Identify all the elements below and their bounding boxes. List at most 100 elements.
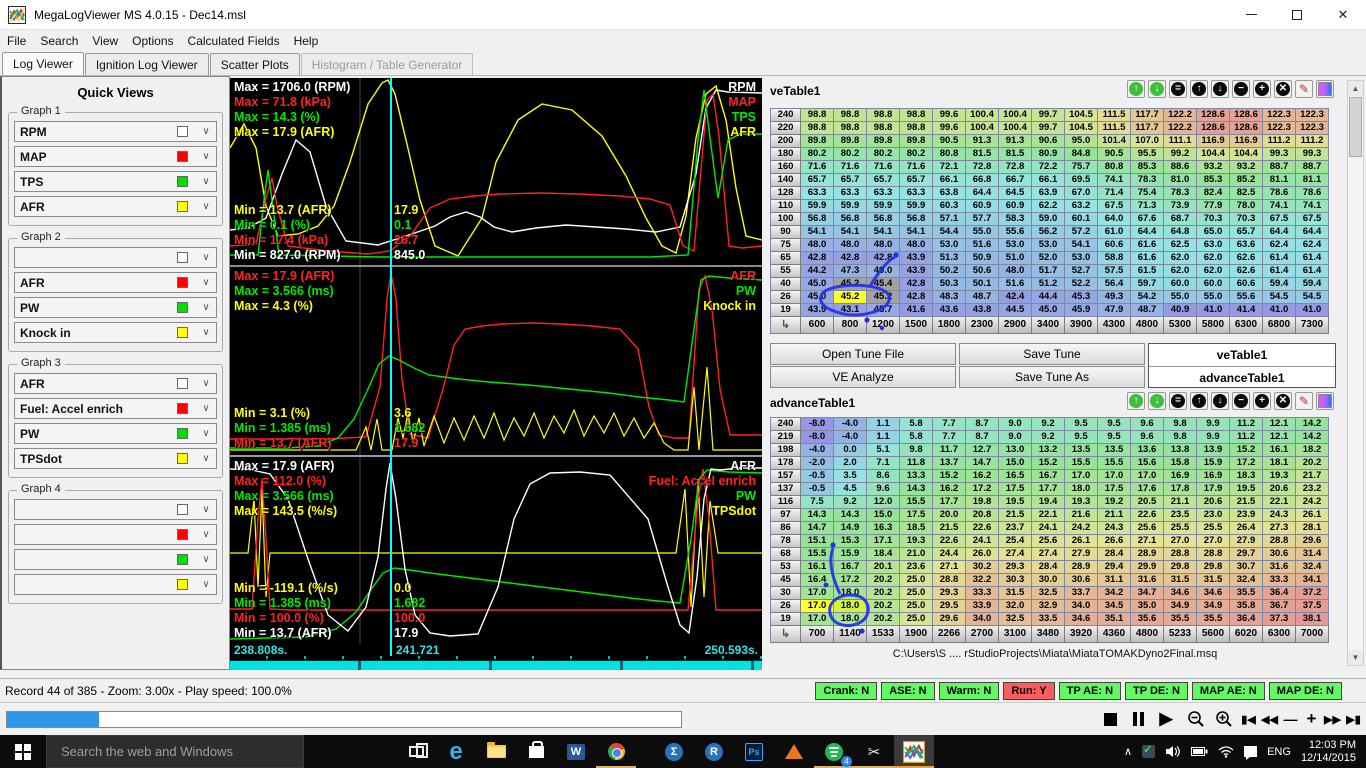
row-header-86[interactable]: 86 [771, 522, 801, 535]
column-header-700[interactable]: 700 [801, 626, 834, 643]
column-header-5800[interactable]: 5800 [1197, 317, 1230, 334]
channel-select-graph3-4[interactable]: TPSdot∨ [14, 448, 217, 469]
table-cell[interactable]: 14.7 [801, 522, 834, 535]
table-cell[interactable]: 82.5 [1230, 187, 1263, 200]
table-cell[interactable]: 19.8 [966, 496, 999, 509]
table-cell[interactable]: 111.5 [1098, 109, 1131, 122]
megalogviewer-taskbar-button[interactable] [894, 735, 934, 768]
table-cell[interactable]: 16.3 [867, 522, 900, 535]
table-cell[interactable]: 99.3 [1263, 148, 1296, 161]
table-cell[interactable]: 13.7 [933, 457, 966, 470]
table-cell[interactable]: 9.6 [867, 483, 900, 496]
stop-button[interactable] [1098, 707, 1122, 731]
channel-select-graph2-1[interactable]: ∨ [14, 247, 217, 268]
table-cell[interactable]: 74.1 [1098, 174, 1131, 187]
table-cell[interactable]: 25.0 [900, 587, 933, 600]
row-header-78[interactable]: 78 [771, 535, 801, 548]
file-explorer-taskbar-button[interactable] [476, 735, 516, 768]
table-cell[interactable]: 14.9 [834, 522, 867, 535]
column-header-6300[interactable]: 6300 [1263, 626, 1296, 643]
pause-button[interactable] [1126, 707, 1150, 731]
table-cell[interactable]: 17.5 [1098, 483, 1131, 496]
skip-start-button[interactable]: ▮◀ [1238, 707, 1259, 731]
table-cell[interactable]: 48.3 [933, 291, 966, 304]
table-cell[interactable]: 53.0 [1032, 239, 1065, 252]
row-header-45[interactable]: 45 [771, 574, 801, 587]
table-cell[interactable]: 9.0 [999, 431, 1032, 444]
table-cell[interactable]: -2.0 [801, 457, 834, 470]
table-cell[interactable]: 57.7 [966, 213, 999, 226]
table-cell[interactable]: 61.4 [1263, 252, 1296, 265]
table-cell[interactable]: 51.3 [933, 252, 966, 265]
table-cell[interactable]: 55.0 [1164, 291, 1197, 304]
table-cell[interactable]: 17.2 [834, 574, 867, 587]
channel-select-graph1-2[interactable]: MAP∨ [14, 146, 217, 167]
column-header-4300[interactable]: 4300 [1098, 317, 1131, 334]
up-button[interactable]: ↑ [1190, 80, 1208, 98]
table-cell[interactable]: 85.3 [1197, 174, 1230, 187]
table-cell[interactable]: 48.0 [834, 239, 867, 252]
table-cell[interactable]: 100.4 [966, 109, 999, 122]
row-header-68[interactable]: 68 [771, 548, 801, 561]
table-cell[interactable]: 45.0 [801, 278, 834, 291]
table-cell[interactable]: 15.6 [1131, 457, 1164, 470]
table-cell[interactable]: 128.6 [1197, 109, 1230, 122]
table-cell[interactable]: 43.6 [933, 304, 966, 317]
table-cell[interactable]: 104.4 [1230, 148, 1263, 161]
table-cell[interactable]: 45.2 [834, 291, 867, 304]
pencil-button[interactable]: ✎ [1295, 392, 1313, 410]
table-cell[interactable]: 85.2 [1230, 174, 1263, 187]
tab-log-viewer[interactable]: Log Viewer [2, 52, 84, 75]
table-cell[interactable]: 65.7 [834, 174, 867, 187]
table-cell[interactable]: 16.9 [1197, 470, 1230, 483]
table-cell[interactable]: 100.4 [966, 122, 999, 135]
table-cell[interactable]: 59.0 [1032, 213, 1065, 226]
network-icon[interactable] [1218, 746, 1234, 758]
channel-select-graph1-1[interactable]: RPM∨ [14, 121, 217, 142]
table-cell[interactable]: 59.7 [1131, 278, 1164, 291]
table-cell[interactable]: 69.5 [1065, 174, 1098, 187]
row-header-110[interactable]: 110 [771, 200, 801, 213]
table-cell[interactable]: 70.3 [1230, 213, 1263, 226]
channel-select-graph3-1[interactable]: AFR∨ [14, 373, 217, 394]
table-cell[interactable]: 31.6 [1263, 561, 1296, 574]
table-cell[interactable]: 66.8 [966, 174, 999, 187]
play-button[interactable]: ▶ [1154, 707, 1178, 731]
table-cell[interactable]: 32.4 [1230, 574, 1263, 587]
table-cell[interactable]: 20.2 [867, 600, 900, 613]
table-cell[interactable]: 89.8 [801, 135, 834, 148]
table-cell[interactable]: 16.9 [1164, 470, 1197, 483]
table-cell[interactable]: 29.8 [1197, 561, 1230, 574]
table-cell[interactable]: 37.5 [1296, 600, 1329, 613]
table-cell[interactable]: 29.6 [1296, 535, 1329, 548]
table-cell[interactable]: 101.4 [1098, 135, 1131, 148]
table-cell[interactable]: 99.6 [933, 109, 966, 122]
table-cell[interactable]: 100.4 [999, 122, 1032, 135]
table-cell[interactable]: 50.6 [966, 265, 999, 278]
table-cell[interactable]: 98.8 [834, 122, 867, 135]
table-cell[interactable]: 19.4 [1032, 496, 1065, 509]
table-cell[interactable]: 63.3 [900, 187, 933, 200]
table-cell[interactable]: 27.1 [1131, 535, 1164, 548]
table-cell[interactable]: 9.6 [1131, 431, 1164, 444]
column-header-1500[interactable]: 1500 [900, 317, 933, 334]
table-cell[interactable]: 56.4 [1098, 278, 1131, 291]
table-cell[interactable]: 42.8 [867, 252, 900, 265]
table-cell[interactable]: 11.2 [1230, 418, 1263, 431]
table-cell[interactable]: 34.6 [1065, 613, 1098, 626]
table-cell[interactable]: 18.1 [1263, 457, 1296, 470]
column-header-1900[interactable]: 1900 [900, 626, 933, 643]
table-cell[interactable]: 122.3 [1263, 122, 1296, 135]
open-tune-file-button[interactable]: Open Tune File [770, 343, 956, 365]
table-cell[interactable]: 20.8 [966, 509, 999, 522]
table-cell[interactable]: 18.0 [834, 587, 867, 600]
table-cell[interactable]: 5.8 [900, 418, 933, 431]
table-cell[interactable]: 74.1 [1263, 200, 1296, 213]
table-cell[interactable]: 18.2 [1296, 444, 1329, 457]
table-cell[interactable]: 63.9 [1032, 187, 1065, 200]
table-cell[interactable]: 104.5 [1065, 122, 1098, 135]
table-cell[interactable]: 20.2 [867, 613, 900, 626]
column-header-6300[interactable]: 6300 [1230, 317, 1263, 334]
scrollbar-thumb[interactable] [1349, 97, 1362, 157]
table-cell[interactable]: 99.7 [1032, 109, 1065, 122]
